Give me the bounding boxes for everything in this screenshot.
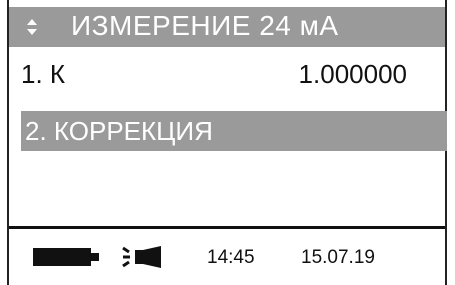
- menu-item-value: 1.000000: [298, 59, 407, 89]
- menu-item-label: 1. К: [21, 59, 66, 89]
- clock-date: 15.07.19: [301, 247, 375, 268]
- menu-item-correction[interactable]: 2. КОРРЕКЦИЯ: [21, 111, 447, 151]
- page-title: ИЗМЕРЕНИЕ 24 мА: [71, 10, 339, 41]
- title-bar: ИЗМЕРЕНИЕ 24 мА: [9, 7, 445, 47]
- menu-item-k[interactable]: 1. К 1.000000: [9, 54, 445, 94]
- status-bar: 14:45 15.07.19: [9, 229, 445, 285]
- menu-item-label: 2. КОРРЕКЦИЯ: [25, 116, 213, 146]
- clock-time: 14:45: [207, 247, 255, 268]
- up-down-arrows-icon: [27, 19, 37, 35]
- sensor-signal-icon: [122, 246, 161, 268]
- battery-icon: [33, 248, 99, 266]
- device-screen: ИЗМЕРЕНИЕ 24 мА 1. К 1.000000 2. КОРРЕКЦ…: [7, 0, 447, 285]
